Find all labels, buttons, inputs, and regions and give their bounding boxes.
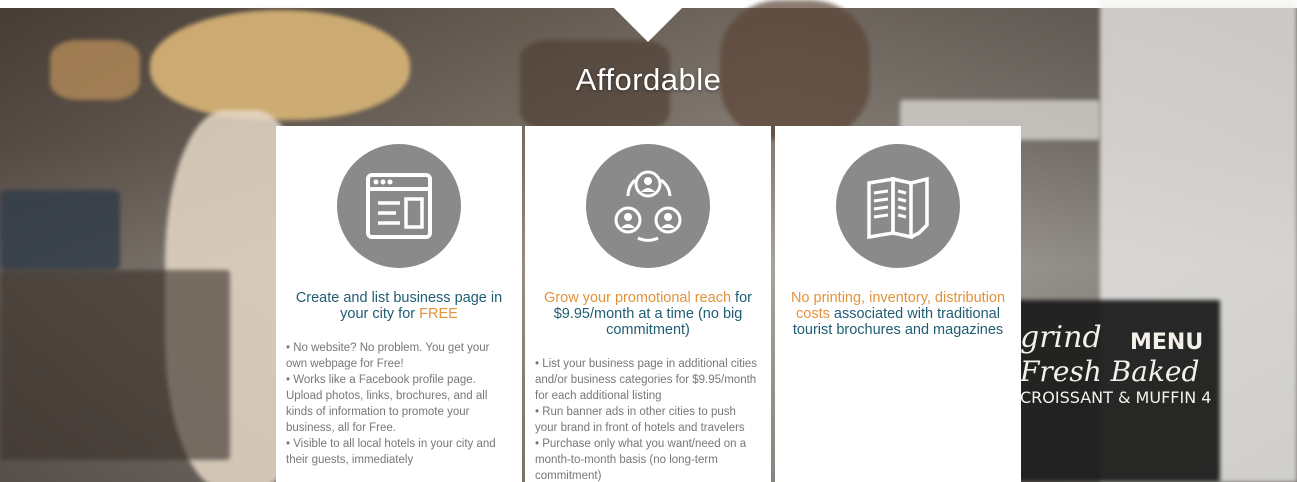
brochure-icon	[836, 144, 960, 268]
list-item: • Run banner ads in other cities to push…	[535, 406, 745, 434]
feature-card-no-printing: No printing, inventory, distribution cos…	[775, 126, 1021, 482]
card-bullet-list: • No website? No problem. You get your o…	[286, 340, 512, 468]
background-photo-snacks	[0, 190, 120, 270]
card-heading: Grow your promotional reach for $9.95/mo…	[535, 290, 761, 338]
list-item: • Works like a Facebook profile page. Up…	[286, 374, 488, 434]
network-users-icon	[586, 144, 710, 268]
list-item: • Visible to all local hotels in your ci…	[286, 438, 496, 466]
feature-card-free-listing: Create and list business page in your ci…	[276, 126, 522, 482]
card-heading-highlight: Grow your promotional reach	[544, 290, 732, 306]
menu-sign-line2: MENU	[1130, 330, 1204, 355]
feature-card-promotional-reach: Grow your promotional reach for $9.95/mo…	[525, 126, 771, 482]
menu-sign-line3: Fresh Baked	[1020, 355, 1200, 388]
card-heading-text: Create and list business page in your ci…	[295, 290, 503, 322]
hero-section: grind MENU Fresh Baked CROISSANT & MUFFI…	[0, 0, 1297, 482]
card-bullet-list: • List your business page in additional …	[535, 356, 761, 482]
section-notch	[614, 8, 682, 42]
card-heading: Create and list business page in your ci…	[286, 290, 512, 322]
background-menu-sign: grind MENU Fresh Baked CROISSANT & MUFFI…	[1020, 320, 1211, 407]
background-photo-counter	[0, 270, 230, 460]
card-heading-highlight: FREE	[419, 306, 458, 322]
menu-sign-line4: CROISSANT & MUFFIN 4	[1020, 388, 1212, 407]
section-title: Affordable	[575, 62, 722, 97]
webpage-icon	[337, 144, 461, 268]
list-item: • List your business page in additional …	[535, 358, 758, 402]
list-item: • No website? No problem. You get your o…	[286, 342, 490, 370]
list-item: • Purchase only what you want/need on a …	[535, 438, 747, 482]
card-heading: No printing, inventory, distribution cos…	[785, 290, 1011, 338]
